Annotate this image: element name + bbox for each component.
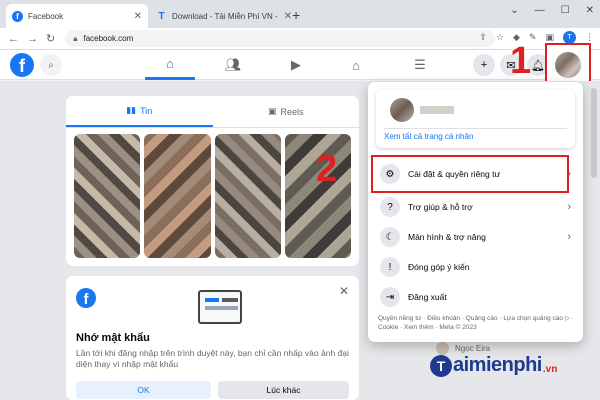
- tab-stories[interactable]: ▮▮ Tin: [66, 96, 213, 127]
- moon-icon: ☾: [380, 227, 400, 247]
- feed-tabs: ▮▮ Tin ▣ Reels: [66, 96, 359, 128]
- tab-download[interactable]: T Download - Tải Miễn Phí VN - Ph ✕: [150, 4, 298, 28]
- bookmark-star-icon[interactable]: ☆: [496, 32, 504, 43]
- story-thumbnail[interactable]: [214, 134, 281, 258]
- taimienphi-favicon-icon: T: [158, 10, 165, 22]
- stories-row: [74, 134, 351, 258]
- window-controls: ⌄ — ☐ ✕: [510, 5, 594, 16]
- menu-item-display-accessibility[interactable]: ☾ Màn hình & trợ năng ›: [376, 225, 575, 249]
- chevron-right-icon: ›: [567, 231, 571, 243]
- menu-icon[interactable]: ☰: [395, 50, 445, 80]
- ok-button[interactable]: OK: [76, 381, 211, 399]
- lock-icon[interactable]: 🔒︎: [73, 34, 77, 44]
- facebook-logo-icon[interactable]: f: [10, 53, 34, 77]
- menu-item-label: Trợ giúp & hỗ trợ: [408, 202, 473, 212]
- menu-item-give-feedback[interactable]: ! Đóng góp ý kiến: [376, 255, 575, 279]
- monitor-illustration-icon: [198, 290, 242, 324]
- home-icon[interactable]: ⌂: [145, 50, 195, 80]
- watermark-domain: .vn: [542, 364, 558, 375]
- step-number-2: 2: [316, 148, 338, 190]
- chevron-down-icon[interactable]: ⌄: [510, 5, 518, 16]
- story-thumbnail[interactable]: [144, 134, 211, 258]
- friends-icon[interactable]: 👥︎: [208, 50, 258, 80]
- divider: [384, 128, 567, 129]
- tab-facebook[interactable]: f Facebook ✕: [6, 4, 148, 28]
- tab-label: Reels: [280, 106, 304, 117]
- close-icon[interactable]: ✕: [339, 284, 349, 298]
- feedback-icon: !: [380, 257, 400, 277]
- watch-icon[interactable]: ▶: [271, 50, 321, 80]
- menu-item-label: Đăng xuất: [408, 292, 447, 302]
- tab-title: Facebook: [28, 11, 64, 21]
- search-icon[interactable]: ⌕: [40, 54, 62, 76]
- menu-item-help-support[interactable]: ? Trợ giúp & hỗ trợ ›: [376, 195, 575, 219]
- menu-footer-links[interactable]: Quyền riêng tư · Điều khoản · Quảng cáo …: [378, 314, 576, 332]
- avatar: [555, 52, 581, 78]
- chevron-right-icon: ›: [567, 201, 571, 213]
- create-icon[interactable]: +: [473, 54, 495, 76]
- share-icon[interactable]: ⇪: [479, 32, 487, 43]
- menu-item-label: Màn hình & trợ năng: [408, 232, 486, 242]
- maximize-icon[interactable]: ☐: [561, 5, 570, 16]
- browser-tab-bar: f Facebook ✕ T Download - Tải Miễn Phí V…: [0, 0, 600, 28]
- close-window-icon[interactable]: ✕: [586, 5, 594, 16]
- marketplace-icon[interactable]: ⌂: [331, 50, 381, 80]
- remember-password-card: f ✕ Nhớ mật khẩu Lần tới khi đăng nhập t…: [66, 276, 359, 400]
- help-icon: ?: [380, 197, 400, 217]
- facebook-favicon-icon: f: [12, 10, 23, 22]
- menu-item-log-out[interactable]: ⇥ Đăng xuất: [376, 285, 575, 309]
- more-menu-icon[interactable]: ⋮: [585, 32, 594, 43]
- url-text: facebook.com: [83, 34, 134, 43]
- tab-title: Download - Tải Miễn Phí VN - Ph: [172, 11, 280, 21]
- sidebar-icon[interactable]: ▣: [545, 32, 554, 43]
- card-description: Lần tới khi đăng nhập trên trình duyệt n…: [76, 348, 349, 369]
- forward-icon[interactable]: →: [27, 33, 38, 45]
- facebook-logo-icon: f: [76, 288, 96, 308]
- watermark: T aimienphi .vn: [430, 354, 557, 377]
- reels-icon: ▣: [267, 106, 277, 116]
- minimize-icon[interactable]: —: [535, 5, 545, 16]
- profile-name-blurred: [420, 106, 454, 114]
- scrollbar[interactable]: [591, 88, 597, 178]
- close-tab-icon[interactable]: ✕: [134, 11, 142, 22]
- menu-item-label: Đóng góp ý kiến: [408, 262, 470, 272]
- watermark-logo-icon: T: [430, 355, 452, 377]
- contact-name: Ngọc Eira: [455, 344, 491, 353]
- step-number-1: 1: [510, 40, 532, 82]
- close-tab-icon[interactable]: ✕: [284, 11, 292, 22]
- profile-card[interactable]: Xem tất cả trang cá nhân: [376, 90, 575, 148]
- logout-icon: ⇥: [380, 287, 400, 307]
- tab-label: Tin: [140, 105, 153, 116]
- url-input[interactable]: 🔒︎ facebook.com: [65, 30, 496, 47]
- new-tab-button[interactable]: +: [292, 7, 300, 23]
- back-icon[interactable]: ←: [8, 33, 19, 45]
- see-all-profiles-link[interactable]: Xem tất cả trang cá nhân: [384, 132, 473, 141]
- tab-reels[interactable]: ▣ Reels: [213, 96, 360, 127]
- card-title: Nhớ mật khẩu: [76, 332, 150, 344]
- watermark-text: aimienphi: [453, 354, 542, 376]
- story-thumbnail[interactable]: [74, 134, 141, 258]
- later-button[interactable]: Lúc khác: [218, 381, 349, 399]
- reload-icon[interactable]: ↻: [46, 32, 55, 45]
- account-menu: Xem tất cả trang cá nhân ⚙ Cài đặt & quy…: [368, 82, 583, 342]
- avatar: [390, 98, 414, 122]
- book-icon: ▮▮: [126, 105, 137, 115]
- highlight-box: [371, 155, 569, 193]
